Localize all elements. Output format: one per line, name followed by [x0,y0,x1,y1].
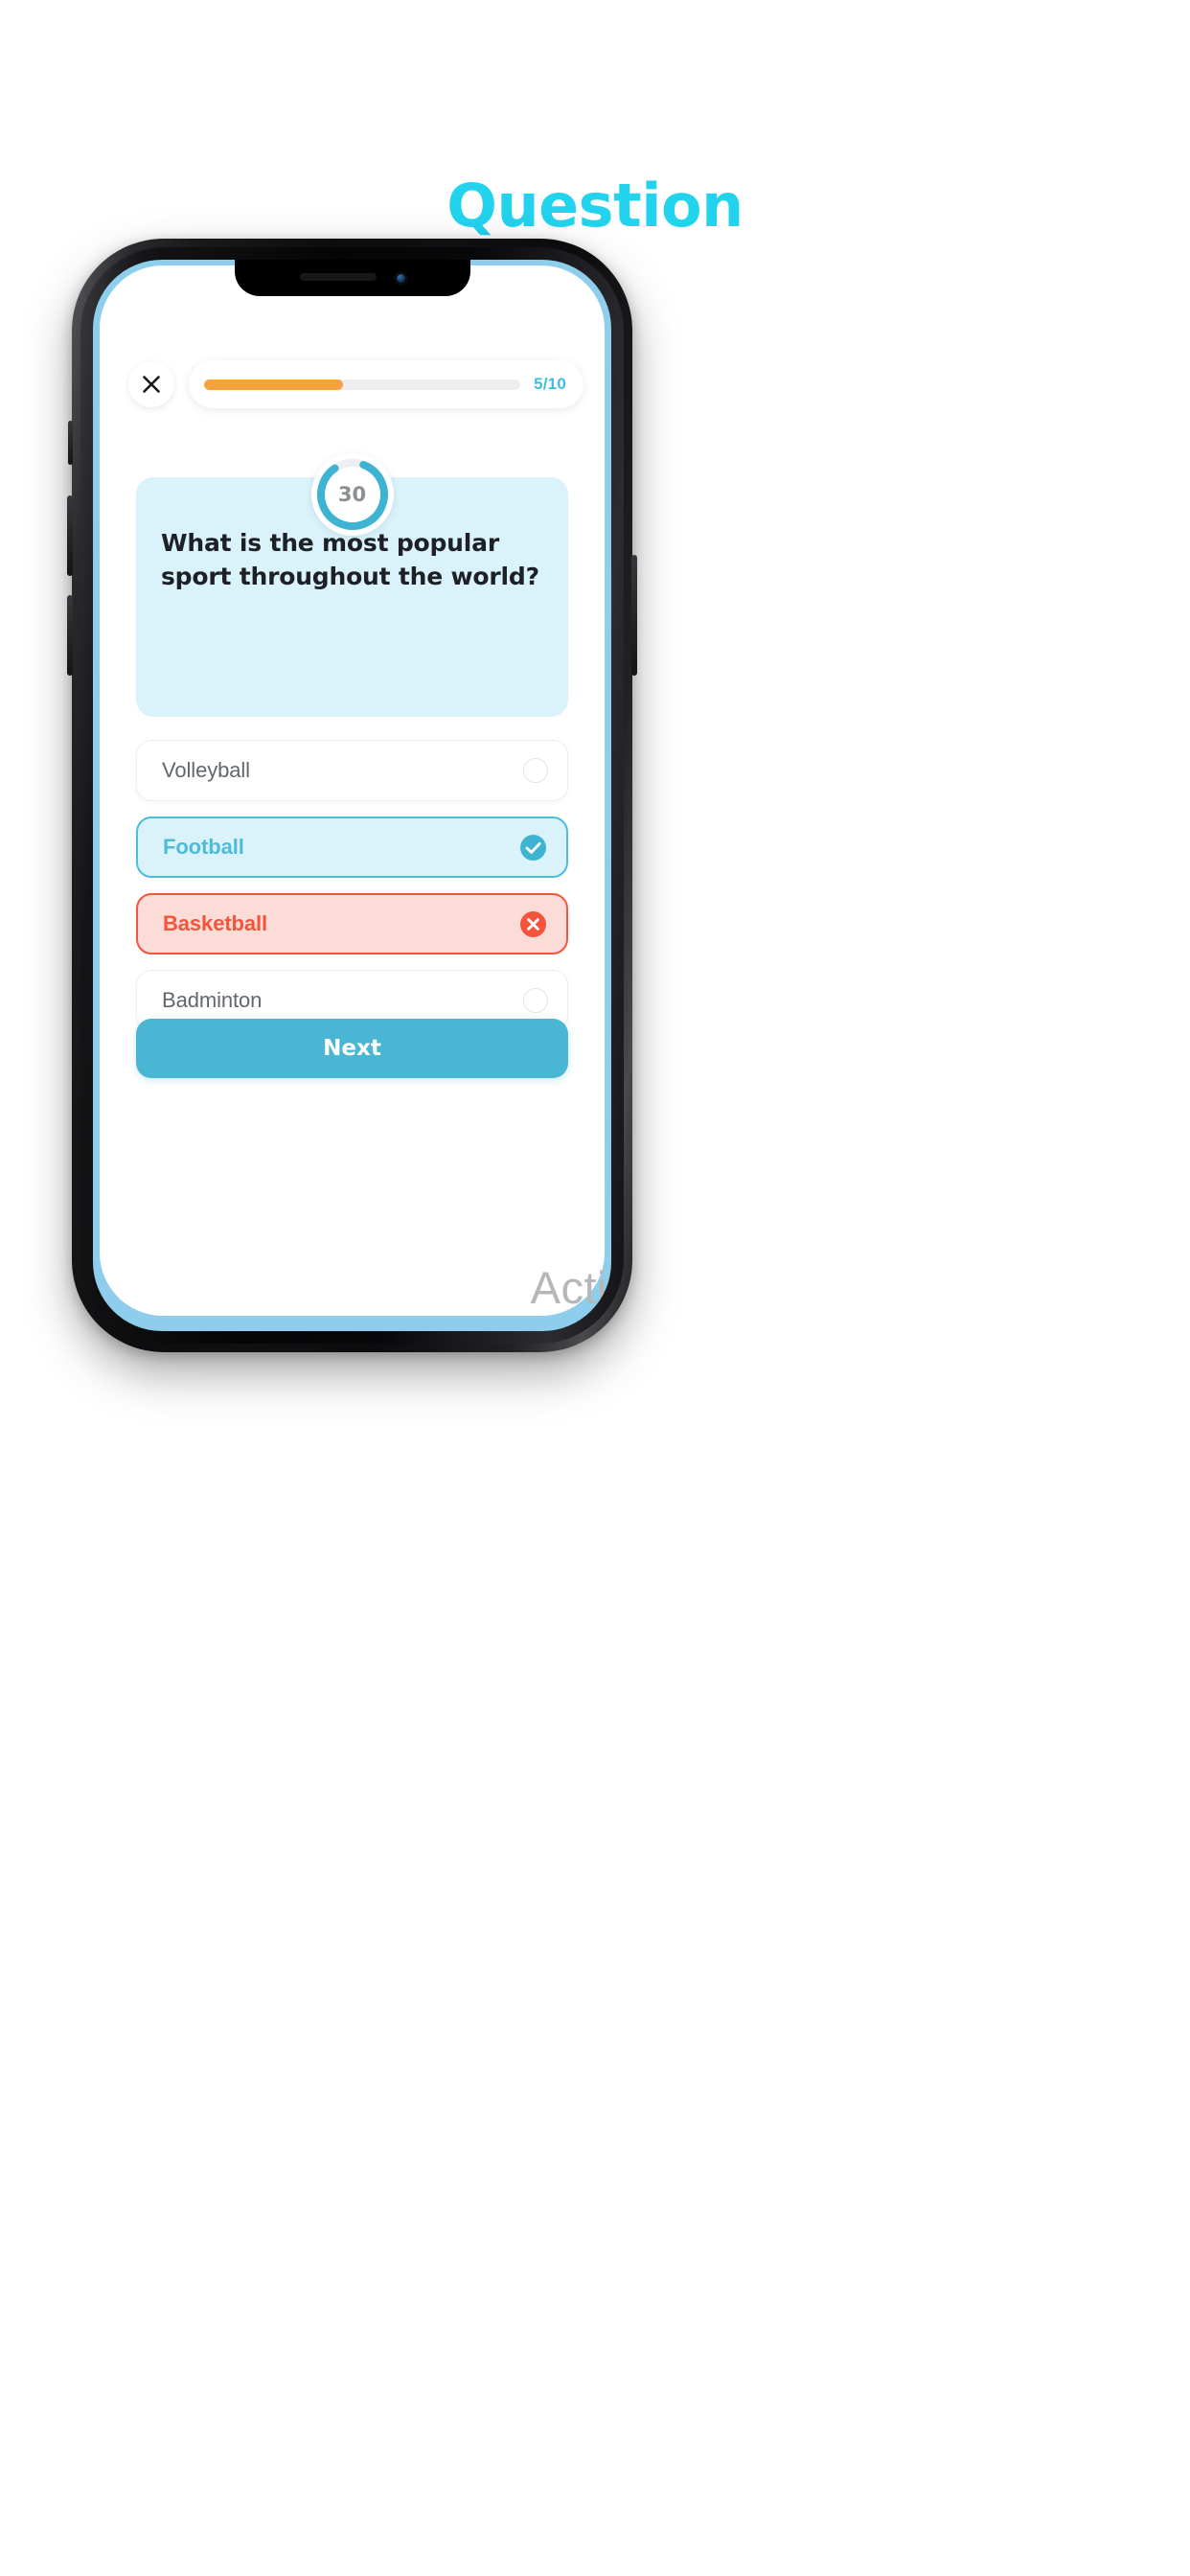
option-football[interactable]: Football [136,816,568,878]
progress-fill [204,379,344,390]
volume-up-button[interactable] [67,495,73,576]
mute-switch[interactable] [68,421,73,465]
timer-value: 30 [337,483,367,506]
option-label: Football [163,835,244,859]
page-root: Question 5/10 30 What is the most popula… [0,0,1190,2576]
radio-empty-icon[interactable] [523,988,548,1013]
close-button[interactable] [128,361,174,407]
next-button[interactable]: Next [136,1019,568,1078]
phone-notch [234,260,470,296]
close-icon [143,376,160,393]
volume-down-button[interactable] [67,595,73,676]
countdown-timer: 30 [310,453,394,536]
progress-bar-container: 5/10 [189,360,584,408]
device-screen: 5/10 30 What is the most popular sport t… [93,260,611,1331]
page-title: Question [446,171,744,241]
option-volleyball[interactable]: Volleyball [136,740,568,801]
activate-windows-watermark: Activ [530,1262,611,1313]
earpiece-speaker-icon [299,273,377,281]
quiz-app-screen: 5/10 30 What is the most popular sport t… [100,265,605,1316]
phone-mockup: 5/10 30 What is the most popular sport t… [67,239,637,1352]
check-circle-icon[interactable] [519,834,547,862]
power-button[interactable] [631,555,637,676]
option-label: Basketball [163,911,268,935]
front-camera-icon [393,271,408,286]
option-label: Badminton [162,988,263,1012]
x-circle-icon[interactable] [519,910,547,938]
answer-options-list: Volleyball Football Basketball Badminton [136,740,568,1046]
radio-empty-icon[interactable] [523,758,548,783]
progress-track [204,379,521,390]
option-label: Volleyball [162,758,250,782]
question-text: What is the most popular sport throughou… [161,529,539,590]
progress-counter: 5/10 [534,375,566,393]
top-bar: 5/10 [128,359,584,409]
option-basketball[interactable]: Basketball [136,893,568,954]
